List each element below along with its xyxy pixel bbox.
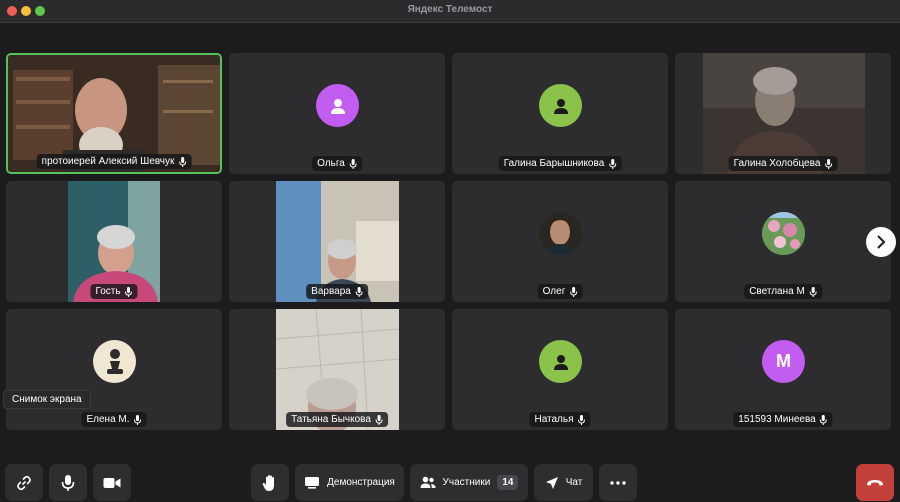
- microphone-icon: [375, 414, 383, 425]
- screen-share-button[interactable]: Демонстрация: [295, 464, 404, 501]
- participant-name: Гость: [95, 286, 121, 297]
- participant-name-tag: Галина Холобцева: [728, 156, 838, 171]
- chess-pawn-icon: [106, 348, 123, 374]
- chat-button[interactable]: Чат: [534, 464, 593, 501]
- participant-name: Татьяна Бычкова: [291, 414, 371, 425]
- participants-count-badge: 14: [497, 475, 519, 490]
- participant-name: Варвара: [311, 286, 351, 297]
- microphone-icon: [178, 156, 186, 167]
- camera-button[interactable]: [93, 464, 131, 501]
- avatar: М: [762, 340, 805, 383]
- more-dots-icon: [610, 480, 626, 485]
- participant-tile[interactable]: протоиерей Алексий Шевчук: [6, 53, 222, 174]
- microphone-icon: [61, 474, 75, 491]
- link-icon: [17, 475, 31, 490]
- participant-tile[interactable]: Гость: [6, 181, 222, 302]
- screenshot-tooltip: Снимок экрана: [3, 390, 91, 409]
- participant-tile[interactable]: Светлана М: [675, 181, 891, 302]
- participant-name: Светлана М: [749, 286, 805, 297]
- next-page-button[interactable]: [866, 227, 896, 257]
- microphone-icon: [134, 414, 142, 425]
- microphone-icon: [608, 158, 616, 169]
- screen-share-icon: [305, 477, 320, 489]
- participant-tile[interactable]: М 151593 Минеева: [675, 309, 891, 430]
- hand-icon: [262, 474, 274, 491]
- chat-label: Чат: [565, 477, 583, 488]
- participant-tile[interactable]: Галина Барышникова: [452, 53, 668, 174]
- participant-name: Олег: [542, 286, 566, 297]
- microphone-icon: [125, 286, 133, 297]
- participant-name: Галина Барышникова: [503, 158, 605, 169]
- participant-tile[interactable]: Олег: [452, 181, 668, 302]
- hang-up-icon: [867, 479, 883, 485]
- participant-name-tag: Татьяна Бычкова: [286, 412, 388, 427]
- send-icon: [545, 476, 558, 489]
- participant-name-tag: протоиерей Алексий Шевчук: [36, 154, 192, 169]
- microphone-icon: [355, 286, 363, 297]
- screen-share-label: Демонстрация: [327, 477, 395, 488]
- participant-name-tag: Елена М.: [81, 412, 147, 427]
- participants-button[interactable]: Участники 14: [410, 464, 528, 501]
- window-titlebar: Яндекс Телемост: [0, 0, 900, 23]
- avatar-letter: М: [776, 351, 791, 371]
- participant-name-tag: Ольга: [312, 156, 362, 171]
- avatar: [539, 212, 582, 255]
- avatar: [539, 84, 582, 127]
- participant-tile[interactable]: Галина Холобцева: [675, 53, 891, 174]
- copy-link-button[interactable]: [5, 464, 43, 501]
- participant-name-tag: Гость: [90, 284, 138, 299]
- microphone-icon: [824, 158, 832, 169]
- participant-name: протоиерей Алексий Шевчук: [41, 156, 175, 167]
- participant-tile[interactable]: Елена М.: [6, 309, 222, 430]
- window-title: Яндекс Телемост: [407, 4, 493, 15]
- more-options-button[interactable]: [599, 464, 637, 501]
- profile-photo: [762, 212, 805, 255]
- microphone-icon: [809, 286, 817, 297]
- avatar: [539, 340, 582, 383]
- participant-name-tag: Наталья: [529, 412, 591, 427]
- people-icon: [420, 476, 436, 488]
- participant-name: Ольга: [317, 158, 345, 169]
- participant-name: Галина Холобцева: [733, 158, 821, 169]
- microphone-icon: [820, 414, 828, 425]
- participant-tile[interactable]: Ольга: [229, 53, 445, 174]
- avatar: [316, 84, 359, 127]
- person-icon: [553, 98, 568, 114]
- raise-hand-button[interactable]: [251, 464, 289, 501]
- participant-name-tag: Варвара: [306, 284, 368, 299]
- participant-name: Наталья: [534, 414, 574, 425]
- microphone-button[interactable]: [49, 464, 87, 501]
- chevron-right-icon: [877, 235, 886, 249]
- participant-tile[interactable]: Татьяна Бычкова: [229, 309, 445, 430]
- microphone-icon: [578, 414, 586, 425]
- participants-label: Участники: [442, 477, 491, 488]
- person-icon: [330, 98, 345, 114]
- avatar: [762, 212, 805, 255]
- participant-name-tag: Галина Барышникова: [498, 156, 622, 171]
- participant-tile[interactable]: Наталья: [452, 309, 668, 430]
- microphone-icon: [569, 286, 577, 297]
- participant-name: 151593 Минеева: [738, 414, 816, 425]
- person-icon: [553, 354, 568, 370]
- end-call-button[interactable]: [856, 464, 894, 501]
- participant-name: Елена М.: [86, 414, 130, 425]
- participant-name-tag: Светлана М: [744, 284, 822, 299]
- profile-photo: [539, 212, 582, 255]
- participant-tile[interactable]: Варвара: [229, 181, 445, 302]
- avatar: [93, 340, 136, 383]
- microphone-icon: [349, 158, 357, 169]
- participant-name-tag: Олег: [537, 284, 583, 299]
- video-camera-icon: [103, 477, 121, 488]
- participant-name-tag: 151593 Минеева: [733, 412, 833, 427]
